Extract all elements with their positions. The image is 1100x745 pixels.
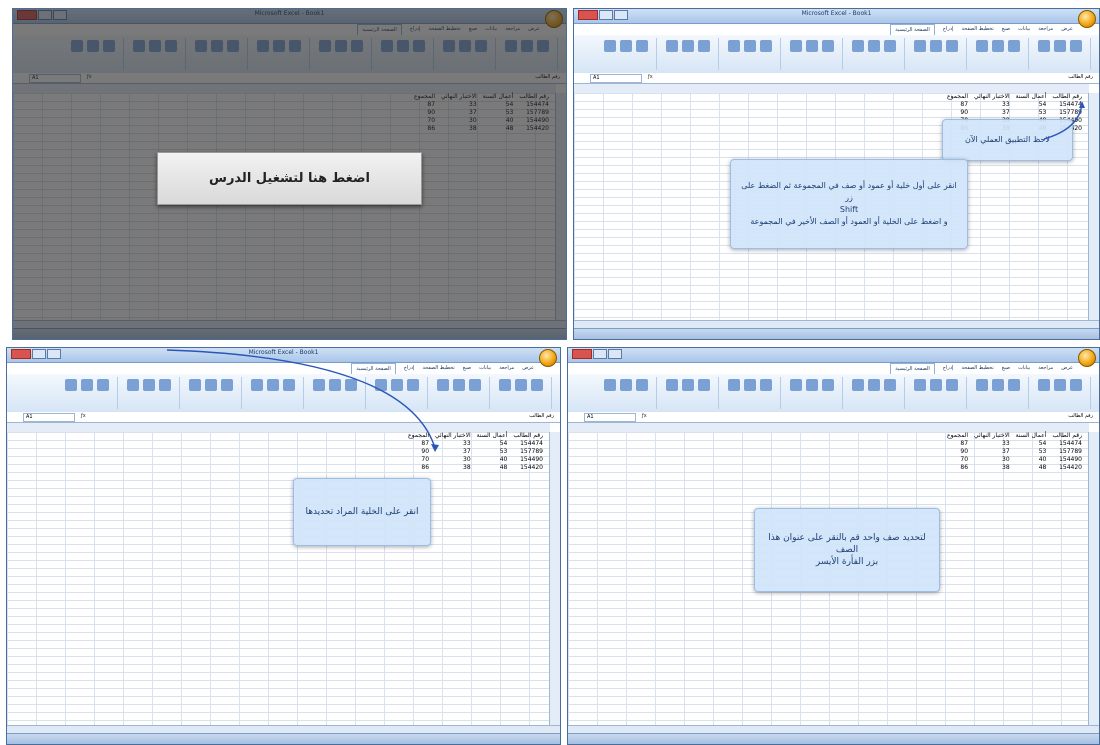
ribbon-command-icon[interactable] [868, 379, 880, 391]
instruction-line-1: لتحديد صف واحد قم بالنقر على عنوان هذا ا… [768, 533, 926, 555]
ribbon-group [660, 377, 719, 409]
ribbon-group [784, 377, 843, 409]
column-header-cell[interactable]: رقم الطالب [1049, 432, 1085, 440]
ribbon-tab[interactable]: صيغ [1002, 363, 1010, 374]
ribbon-tab[interactable]: الصفحة الرئيسية [890, 363, 935, 374]
table-cell[interactable]: 157789 [1049, 448, 1085, 456]
table-cell[interactable]: 30 [971, 456, 1013, 464]
ribbon-tab[interactable]: إدراج [943, 363, 954, 374]
ribbon-command-icon[interactable] [1038, 379, 1050, 391]
maximize-icon[interactable] [593, 349, 607, 359]
ribbon-command-icon[interactable] [1070, 379, 1082, 391]
ribbon-command-icon[interactable] [884, 379, 896, 391]
table-cell[interactable]: 37 [971, 448, 1013, 456]
close-icon[interactable] [572, 349, 592, 359]
ribbon-command-icon[interactable] [1054, 379, 1066, 391]
ribbon [568, 374, 1099, 413]
instruction-line-2: بزر الفأرة الأيسر [815, 557, 879, 567]
column-header-cell[interactable]: أعمال السنة [1013, 432, 1050, 440]
table-cell[interactable]: 86 [944, 464, 971, 472]
table-header-row: المجموعالاختبار النهائيأعمال السنةرقم ال… [944, 432, 1085, 440]
ribbon-group [598, 377, 657, 409]
table-row[interactable]: 703040154490 [944, 456, 1085, 464]
ribbon-command-icon[interactable] [852, 379, 864, 391]
ribbon-command-icon[interactable] [604, 379, 616, 391]
pointer-arrow [1043, 101, 1085, 140]
row-headers[interactable] [1088, 432, 1099, 726]
ribbon-command-icon[interactable] [620, 379, 632, 391]
table-cell[interactable]: 70 [944, 456, 971, 464]
status-bar [568, 733, 1099, 744]
ribbon-group [1032, 377, 1091, 409]
ribbon-command-icon[interactable] [698, 379, 710, 391]
fx-icon: ƒx [642, 413, 647, 419]
ribbon-group [970, 377, 1029, 409]
ribbon-command-icon[interactable] [992, 379, 1004, 391]
table-cell[interactable]: 40 [1013, 456, 1050, 464]
office-button[interactable] [1078, 349, 1096, 367]
formula-bar: A1 ƒx رقم الطالب [568, 412, 1099, 423]
data-table: المجموعالاختبار النهائيأعمال السنةرقم ال… [944, 432, 1085, 472]
ribbon-command-icon[interactable] [760, 379, 772, 391]
table-cell[interactable]: 87 [944, 440, 971, 448]
name-box[interactable]: A1 [584, 413, 636, 422]
ribbon-tab[interactable]: مراجعة [1038, 363, 1053, 374]
ribbon-command-icon[interactable] [946, 379, 958, 391]
table-cell[interactable]: 33 [971, 440, 1013, 448]
ribbon-command-icon[interactable] [728, 379, 740, 391]
ribbon-tabs: الصفحة الرئيسية إدراج تخطيط الصفحة صيغ بيانا… [568, 363, 1077, 374]
ribbon-tab[interactable]: عرض [1061, 363, 1073, 374]
table-cell[interactable]: 54 [1013, 440, 1050, 448]
ribbon-command-icon[interactable] [930, 379, 942, 391]
ribbon-command-icon[interactable] [744, 379, 756, 391]
table-cell[interactable]: 90 [944, 448, 971, 456]
ribbon-group [722, 377, 781, 409]
window-controls [572, 349, 622, 359]
screenshot-panel-2: Microsoft Excel - Book1 الصفحة الرئيسية إ… [573, 8, 1100, 340]
minimize-icon[interactable] [608, 349, 622, 359]
ribbon-command-icon[interactable] [914, 379, 926, 391]
ribbon-command-icon[interactable] [666, 379, 678, 391]
screenshot-panel-3: Microsoft Excel - Book1 الصفحة الرئيسية إ… [6, 347, 561, 745]
ribbon-command-icon[interactable] [790, 379, 802, 391]
ribbon-command-icon[interactable] [822, 379, 834, 391]
ribbon-command-icon[interactable] [636, 379, 648, 391]
pointer-arrow [166, 349, 439, 452]
screenshot-panel-4: الصفحة الرئيسية إدراج تخطيط الصفحة صيغ بيانا… [567, 347, 1100, 745]
column-header-cell[interactable]: المجموع [944, 432, 971, 440]
table-row[interactable]: 903753157789 [944, 448, 1085, 456]
column-header-cell[interactable]: الاختبار النهائي [971, 432, 1013, 440]
ribbon-group [846, 377, 905, 409]
ribbon-command-icon[interactable] [806, 379, 818, 391]
ribbon-tab[interactable]: بيانات [1018, 363, 1030, 374]
table-row[interactable]: 873354154474 [944, 440, 1085, 448]
table-cell[interactable]: 154474 [1049, 440, 1085, 448]
ribbon-command-icon[interactable] [682, 379, 694, 391]
ribbon-tab[interactable]: تخطيط الصفحة [961, 363, 993, 374]
table-cell[interactable]: 38 [971, 464, 1013, 472]
instruction-callout: لتحديد صف واحد قم بالنقر على عنوان هذا ا… [754, 508, 940, 592]
ribbon-group [908, 377, 967, 409]
play-lesson-button[interactable]: اضغط هنا لتشغيل الدرس [157, 152, 422, 205]
table-cell[interactable]: 154420 [1049, 464, 1085, 472]
ribbon-command-icon[interactable] [976, 379, 988, 391]
table-cell[interactable]: 154490 [1049, 456, 1085, 464]
formula-value[interactable]: رقم الطالب [1068, 413, 1093, 419]
table-cell[interactable]: 53 [1013, 448, 1050, 456]
table-row[interactable]: 863848154420 [944, 464, 1085, 472]
ribbon-command-icon[interactable] [1008, 379, 1020, 391]
title-bar [568, 348, 1099, 367]
screenshot-panel-1: Microsoft Excel - Book1 الصفحة الرئيسيةإ… [12, 8, 567, 340]
table-cell[interactable]: 48 [1013, 464, 1050, 472]
